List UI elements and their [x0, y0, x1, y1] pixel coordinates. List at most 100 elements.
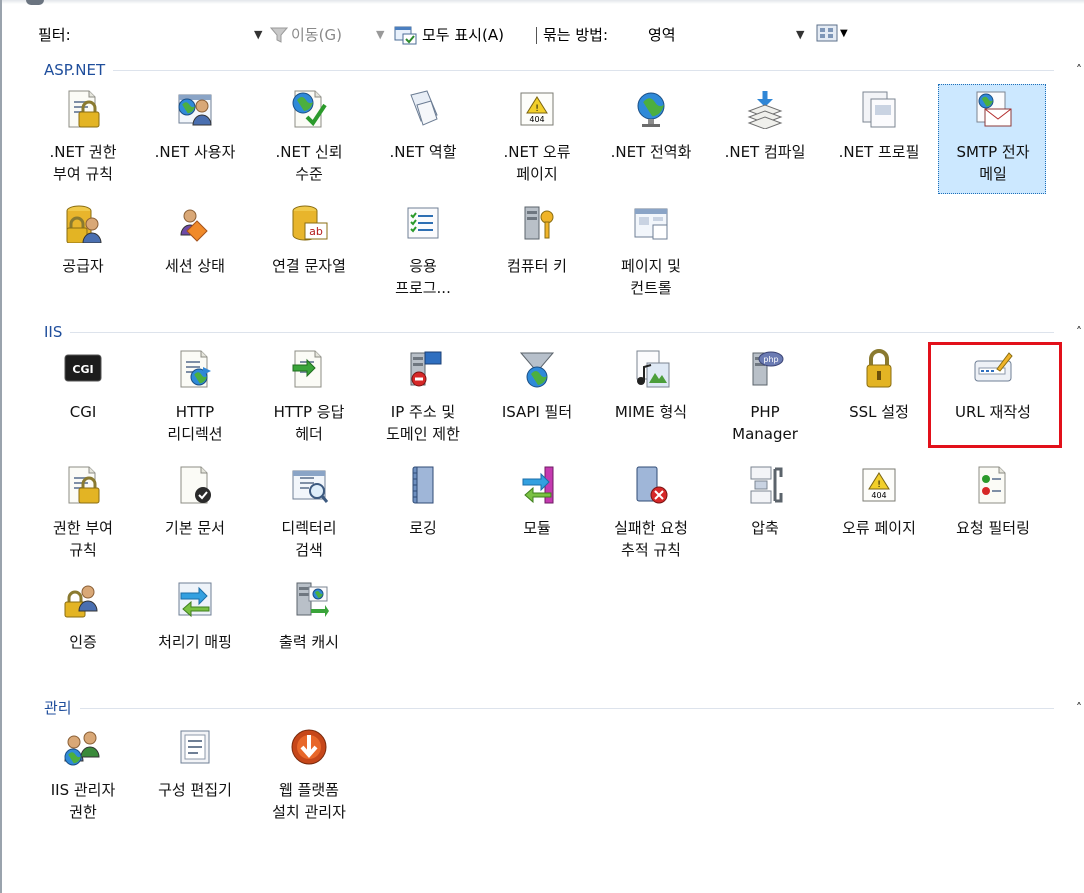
- window-left-border: [0, 0, 2, 893]
- feature-web-platform-installer[interactable]: 웹 플랫폼 설치 관리자: [254, 722, 362, 832]
- show-all-button[interactable]: 모두 표시(A): [394, 24, 504, 46]
- feature-logging[interactable]: 로깅: [368, 460, 476, 570]
- feature-request-filtering[interactable]: 요청 필터링: [938, 460, 1046, 570]
- group-title: 관리: [44, 699, 72, 717]
- feature-mime-types[interactable]: MIME 형식: [596, 344, 704, 454]
- feature-modules[interactable]: 모듈: [482, 460, 590, 570]
- group-header[interactable]: IIS ˄: [38, 322, 1084, 342]
- mime-types-icon: [631, 349, 671, 389]
- feature-session-state[interactable]: 세션 상태: [140, 198, 248, 308]
- feature-label: 페이지 및 컨트롤: [621, 257, 681, 297]
- feature-label: 권한 부여 규칙: [53, 519, 113, 559]
- net-authorization-rules-icon: [63, 89, 103, 129]
- handler-mappings-icon: [175, 579, 215, 619]
- iis-manager-permissions-icon: [63, 727, 103, 767]
- modules-icon: [517, 465, 557, 505]
- view-mode-button[interactable]: ▼: [816, 24, 848, 42]
- group-divider: [70, 332, 1054, 333]
- feature-net-trust-levels[interactable]: .NET 신뢰 수준: [254, 84, 362, 194]
- feature-net-roles[interactable]: .NET 역할: [368, 84, 476, 194]
- feature-net-users[interactable]: .NET 사용자: [140, 84, 248, 194]
- feature-cgi[interactable]: CGI CGI: [28, 344, 136, 454]
- feature-configuration-editor[interactable]: 구성 편집기: [140, 722, 248, 832]
- svg-text:php: php: [763, 355, 778, 364]
- feature-application-settings[interactable]: 응용 프로그...: [368, 198, 476, 308]
- feature-authentication[interactable]: 인증: [28, 574, 136, 684]
- feature-label: 로깅: [409, 519, 437, 537]
- go-button-label: 이동(G): [291, 26, 342, 44]
- machine-key-icon: [517, 203, 557, 243]
- connection-strings-icon: ab: [289, 203, 329, 243]
- isapi-filters-icon: [517, 349, 557, 389]
- default-document-icon: [175, 465, 215, 505]
- net-roles-icon: [403, 89, 443, 129]
- feature-label: IIS 관리자 권한: [50, 781, 116, 821]
- feature-label: MIME 형식: [614, 403, 688, 421]
- feature-providers[interactable]: 공급자: [28, 198, 136, 308]
- funnel-icon: [270, 27, 288, 43]
- feature-handler-mappings[interactable]: 처리기 매핑: [140, 574, 248, 684]
- feature-ip-domain-restrictions[interactable]: IP 주소 및 도메인 제한: [368, 344, 476, 454]
- feature-php-manager[interactable]: php PHP Manager: [710, 344, 818, 454]
- collapse-chevron-icon[interactable]: ˄: [1076, 60, 1082, 80]
- http-redirect-icon: [175, 349, 215, 389]
- feature-net-authorization-rules[interactable]: .NET 권한 부여 규칙: [28, 84, 136, 194]
- feature-http-redirect[interactable]: HTTP 리디렉션: [140, 344, 248, 454]
- feature-connection-strings[interactable]: ab 연결 문자열: [254, 198, 362, 308]
- feature-label: HTTP 응답 헤더: [273, 403, 345, 443]
- feature-label: ISAPI 필터: [501, 403, 573, 421]
- session-state-icon: [175, 203, 215, 243]
- feature-net-profile[interactable]: .NET 프로필: [824, 84, 932, 194]
- group-by-value: 영역: [648, 26, 676, 44]
- feature-default-document[interactable]: 기본 문서: [140, 460, 248, 570]
- view-dropdown-arrow-icon: ▼: [840, 27, 848, 39]
- group-header[interactable]: ASP.NET ˄: [38, 60, 1084, 80]
- show-all-icon: [394, 26, 417, 45]
- feature-directory-browsing[interactable]: 디렉터리 검색: [254, 460, 362, 570]
- go-button[interactable]: 이동(G): [270, 24, 342, 46]
- feature-label: 인증: [69, 633, 97, 651]
- feature-net-compilation[interactable]: .NET 컴파일: [710, 84, 818, 194]
- collapse-chevron-icon[interactable]: ˄: [1076, 322, 1082, 342]
- application-settings-icon: [403, 203, 443, 243]
- feature-compression[interactable]: 압축: [710, 460, 818, 570]
- feature-failed-request-tracing[interactable]: 실패한 요청 추적 규칙: [596, 460, 704, 570]
- filter-dropdown-arrow-icon[interactable]: ▼: [254, 24, 262, 46]
- net-profile-icon: [859, 89, 899, 129]
- feature-machine-key[interactable]: 컴퓨터 키: [482, 198, 590, 308]
- feature-label: 출력 캐시: [279, 633, 339, 651]
- group-header[interactable]: 관리 ˄: [38, 698, 1084, 718]
- feature-net-error-pages[interactable]: ! 404 .NET 오류 페이지: [482, 84, 590, 194]
- feature-label: PHP Manager: [732, 403, 798, 443]
- http-response-headers-icon: [289, 349, 329, 389]
- feature-label: 기본 문서: [165, 519, 225, 537]
- feature-http-response-headers[interactable]: HTTP 응답 헤더: [254, 344, 362, 454]
- directory-browsing-icon: [289, 465, 329, 505]
- output-caching-icon: [289, 579, 329, 619]
- feature-net-globalization[interactable]: .NET 전역화: [596, 84, 704, 194]
- net-trust-levels-icon: [289, 89, 329, 129]
- svg-text:CGI: CGI: [72, 363, 93, 376]
- feature-smtp-email[interactable]: SMTP 전자 메일: [938, 84, 1046, 194]
- feature-authorization-rules[interactable]: 권한 부여 규칙: [28, 460, 136, 570]
- feature-isapi-filters[interactable]: ISAPI 필터: [482, 344, 590, 454]
- cgi-icon: CGI: [63, 349, 103, 389]
- feature-label: .NET 오류 페이지: [503, 143, 571, 183]
- feature-label: .NET 사용자: [154, 143, 236, 161]
- feature-iis-manager-permissions[interactable]: IIS 관리자 권한: [28, 722, 136, 832]
- feature-label: 구성 편집기: [158, 781, 232, 799]
- feature-ssl-settings[interactable]: SSL 설정: [824, 344, 932, 454]
- go-dropdown-arrow-icon[interactable]: ▼: [376, 24, 384, 46]
- feature-error-pages[interactable]: ! 404 오류 페이지: [824, 460, 932, 570]
- feature-label: 요청 필터링: [956, 519, 1030, 537]
- group-by-select[interactable]: 영역 ▼: [638, 22, 808, 46]
- collapse-chevron-icon[interactable]: ˄: [1076, 698, 1082, 718]
- feature-label: .NET 컴파일: [724, 143, 806, 161]
- feature-pages-controls[interactable]: 페이지 및 컨트롤: [596, 198, 704, 308]
- feature-output-caching[interactable]: 출력 캐시: [254, 574, 362, 684]
- feature-label: .NET 신뢰 수준: [275, 143, 343, 183]
- group-by-dropdown-arrow-icon[interactable]: ▼: [796, 24, 804, 46]
- group-title: IIS: [44, 323, 63, 341]
- smtp-email-icon: [973, 89, 1013, 129]
- feature-label: SSL 설정: [849, 403, 909, 421]
